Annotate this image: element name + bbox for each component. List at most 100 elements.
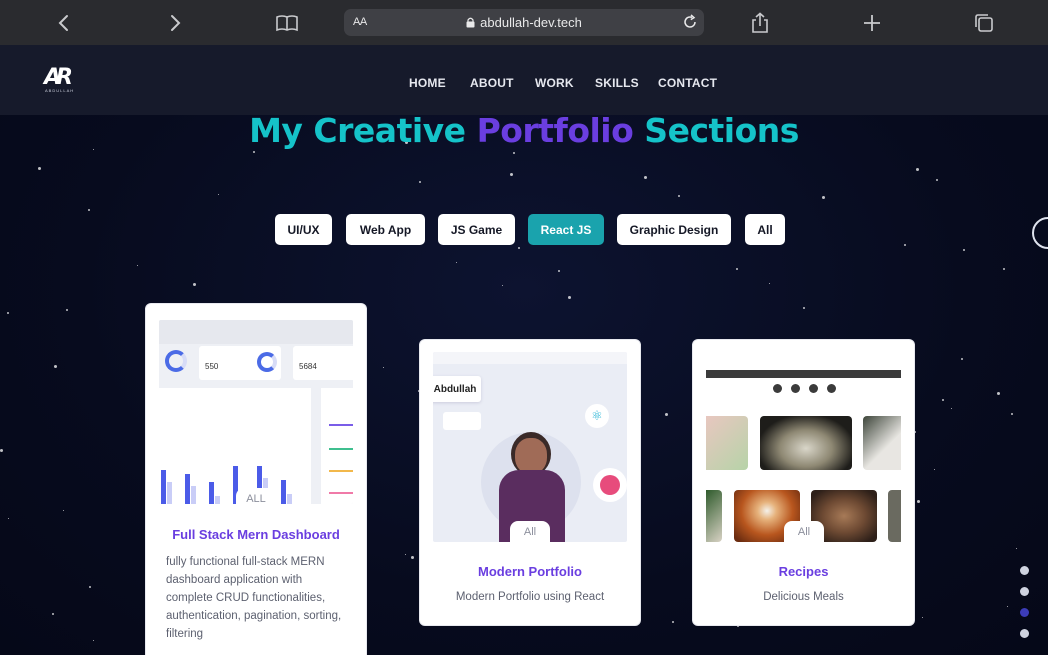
star-dot [89, 586, 91, 588]
star-dot [737, 625, 739, 627]
project-card-recipes[interactable]: All Recipes Delicious Meals [693, 340, 914, 625]
project-title[interactable]: Full Stack Mern Dashboard [146, 527, 366, 542]
filter-all-button[interactable]: All [745, 214, 785, 245]
project-tag: All [510, 521, 550, 543]
star-dot [411, 556, 414, 559]
star-dot [66, 309, 68, 311]
star-dot [510, 173, 513, 176]
star-dot [8, 518, 9, 519]
star-dot [558, 270, 560, 272]
project-description: fully functional full-stack MERN dashboa… [166, 556, 342, 640]
nav-links: HOME ABOUT WORK SKILLS CONTACT [0, 76, 1048, 92]
thumb-stat-2: 5684 [299, 362, 317, 371]
project-description: Delicious Meals [763, 591, 844, 603]
star-dot [405, 554, 406, 555]
address-bar[interactable]: AA abdullah-dev.tech [344, 9, 704, 36]
star-dot [419, 181, 421, 183]
project-thumbnail-recipes [706, 368, 901, 543]
page-dot[interactable] [1020, 587, 1029, 596]
filter-bar: UI/UX Web App JS Game React JS Graphic D… [0, 214, 1048, 245]
star-dot [38, 167, 41, 170]
book-icon[interactable] [274, 10, 300, 36]
reload-icon[interactable] [682, 14, 698, 30]
project-title[interactable]: Recipes [693, 564, 914, 579]
thumb-stat-1: 550 [205, 362, 219, 371]
filter-webapp-button[interactable]: Web App [346, 214, 425, 245]
lock-icon [466, 17, 475, 28]
star-dot [665, 413, 668, 416]
heading-part-2: Portfolio [476, 111, 634, 150]
project-description: Modern Portfolio using React [455, 591, 605, 603]
star-dot [0, 449, 3, 452]
star-dot [502, 285, 503, 286]
star-dot [88, 209, 90, 211]
page-dot[interactable] [1020, 629, 1029, 638]
filter-uiux-button[interactable]: UI/UX [275, 214, 332, 245]
star-dot [803, 307, 805, 309]
star-dot [513, 152, 515, 154]
star-dot [193, 283, 196, 286]
project-tag: All [784, 521, 824, 543]
star-dot [916, 168, 919, 171]
star-dot [568, 296, 571, 299]
star-dot [7, 312, 9, 314]
section-heading: My Creative Portfolio Sections [0, 111, 1048, 150]
star-dot [917, 500, 920, 503]
star-dot [253, 151, 255, 153]
star-dot [518, 247, 520, 249]
plus-icon[interactable] [859, 10, 885, 36]
star-dot [672, 621, 674, 623]
project-title[interactable]: Modern Portfolio [420, 564, 640, 579]
star-dot [63, 510, 64, 511]
star-dot [922, 617, 923, 618]
star-dot [218, 194, 219, 195]
filter-graphic-design-button[interactable]: Graphic Design [617, 214, 731, 245]
star-dot [997, 392, 1000, 395]
star-dot [963, 249, 965, 251]
project-card-modern-portfolio[interactable]: Abdullah ⚛ All Modern Portfolio Modern P… [420, 340, 640, 625]
star-dot [769, 283, 770, 284]
star-dot [1016, 548, 1017, 549]
star-dot [1011, 413, 1013, 415]
site-navbar: AR ABDULLAH HOME ABOUT WORK SKILLS CONTA… [0, 45, 1048, 115]
page-dot[interactable] [1020, 566, 1029, 575]
star-dot [52, 613, 54, 615]
browser-toolbar: AA abdullah-dev.tech [0, 0, 1048, 45]
star-dot [54, 365, 57, 368]
star-dot [822, 196, 825, 199]
star-dot [1007, 606, 1008, 607]
url-text: abdullah-dev.tech [480, 15, 582, 30]
project-thumbnail-dashboard: 550 5684 [159, 320, 353, 504]
chevron-left-icon[interactable] [51, 10, 77, 36]
nav-about[interactable]: ABOUT [470, 76, 514, 90]
share-icon[interactable] [747, 10, 773, 36]
star-dot [961, 358, 963, 360]
star-dot [1003, 268, 1005, 270]
filter-reactjs-button[interactable]: React JS [528, 214, 604, 245]
page-dot-active[interactable] [1020, 608, 1029, 617]
star-dot [934, 469, 935, 470]
nav-contact[interactable]: CONTACT [658, 76, 717, 90]
star-dot [914, 431, 916, 433]
chevron-right-icon[interactable] [162, 10, 188, 36]
nav-work[interactable]: WORK [535, 76, 574, 90]
star-dot [736, 268, 738, 270]
star-dot [137, 265, 138, 266]
nav-home[interactable]: HOME [409, 76, 446, 90]
tabs-icon[interactable] [971, 10, 997, 36]
heading-part-3: Sections [644, 111, 799, 150]
filter-jsgame-button[interactable]: JS Game [438, 214, 515, 245]
star-dot [93, 640, 94, 641]
star-dot [678, 195, 680, 197]
star-dot [942, 399, 944, 401]
project-card-dashboard[interactable]: 550 5684 ALL Full Stack Mern Dashboard f… [146, 304, 366, 655]
project-thumbnail-portfolio: Abdullah ⚛ [433, 352, 627, 542]
star-dot [951, 408, 952, 409]
nav-skills[interactable]: SKILLS [595, 76, 639, 90]
thumb-name-badge: Abdullah [433, 376, 481, 402]
star-dot [383, 367, 384, 368]
star-dot [936, 179, 938, 181]
project-tag: ALL [236, 488, 276, 510]
portfolio-page: AR ABDULLAH HOME ABOUT WORK SKILLS CONTA… [0, 45, 1048, 655]
star-dot [644, 176, 647, 179]
